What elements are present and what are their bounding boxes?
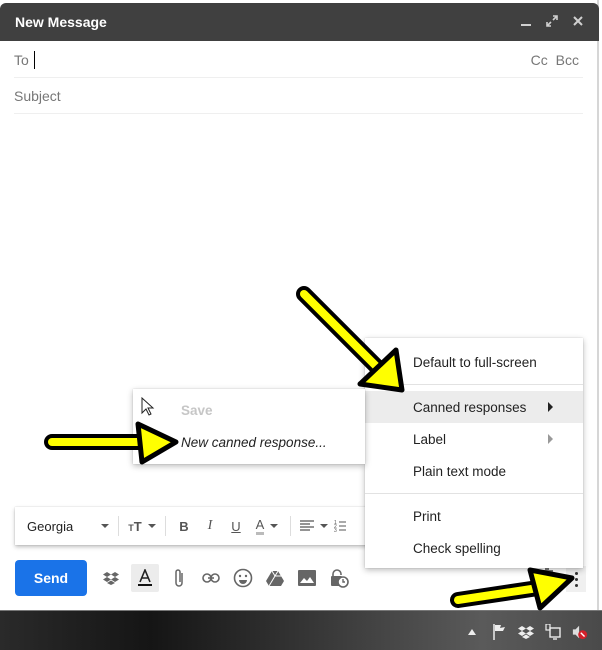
- menu-item-print[interactable]: Print: [365, 500, 583, 532]
- submenu-item-label: Save: [181, 402, 213, 418]
- volume-muted-icon[interactable]: [572, 624, 588, 640]
- bcc-link[interactable]: Bcc: [556, 52, 579, 68]
- to-field[interactable]: To Cc Bcc: [14, 42, 583, 78]
- menu-divider: [365, 493, 583, 494]
- font-select[interactable]: Georgia: [15, 514, 113, 538]
- align-icon: [300, 520, 314, 531]
- more-options-icon: [574, 571, 578, 575]
- more-options-button[interactable]: [566, 566, 586, 592]
- svg-text:3: 3: [334, 528, 337, 533]
- submenu-item-new-canned-response[interactable]: New canned response...: [133, 426, 365, 458]
- divider: [165, 516, 166, 536]
- text-color-button[interactable]: A: [249, 514, 285, 538]
- drive-icon[interactable]: [263, 566, 287, 590]
- more-options-menu: Default to full-screen Canned responses …: [365, 338, 583, 568]
- windows-taskbar: [0, 610, 602, 650]
- show-hidden-icons[interactable]: [464, 624, 480, 640]
- chevron-down-icon: [101, 524, 109, 528]
- dropbox-tray-icon[interactable]: [518, 624, 534, 640]
- formatting-toolbar: Georgia TT B I U A 123: [15, 507, 375, 545]
- menu-item-label: Canned responses: [413, 399, 527, 415]
- divider: [118, 516, 119, 536]
- menu-item-label: Check spelling: [413, 540, 501, 556]
- confidential-mode-icon[interactable]: [327, 566, 351, 590]
- submenu-item-label: New canned response...: [181, 434, 327, 450]
- divider: [290, 516, 291, 536]
- system-tray: [464, 624, 588, 640]
- menu-item-check-spelling[interactable]: Check spelling: [365, 532, 583, 564]
- menu-item-label-submenu[interactable]: Label: [365, 423, 583, 455]
- subject-field[interactable]: Subject: [14, 78, 583, 114]
- trash-icon[interactable]: [540, 568, 554, 582]
- menu-item-plain-text-mode[interactable]: Plain text mode: [365, 455, 583, 487]
- numbered-list-button[interactable]: 123: [332, 514, 348, 538]
- mouse-cursor-icon: [141, 397, 155, 416]
- font-name: Georgia: [27, 518, 74, 534]
- menu-item-default-full-screen[interactable]: Default to full-screen: [365, 346, 583, 378]
- submenu-arrow-icon: [548, 402, 553, 412]
- submenu-arrow-icon: [548, 434, 553, 444]
- menu-item-label: Label: [413, 431, 447, 447]
- menu-item-canned-responses[interactable]: Canned responses: [365, 391, 583, 423]
- italic-button[interactable]: I: [197, 514, 223, 538]
- emoji-icon[interactable]: [231, 566, 255, 590]
- formatting-options-icon[interactable]: [131, 564, 159, 592]
- text-size-icon: TT: [128, 518, 142, 534]
- numbered-list-icon: 123: [334, 520, 346, 533]
- menu-item-label: Print: [413, 508, 441, 524]
- menu-item-label: Plain text mode: [413, 463, 507, 479]
- canned-responses-submenu: Save New canned response...: [133, 389, 365, 464]
- link-icon[interactable]: [199, 566, 223, 590]
- dot: [574, 583, 578, 587]
- action-center-flag-icon[interactable]: [491, 624, 507, 640]
- cc-link[interactable]: Cc: [531, 52, 548, 68]
- dropbox-icon[interactable]: [99, 566, 123, 590]
- chevron-down-icon: [270, 524, 279, 528]
- bold-button[interactable]: B: [171, 514, 197, 538]
- photo-icon[interactable]: [295, 566, 319, 590]
- align-button[interactable]: [296, 514, 332, 538]
- compose-title: New Message: [15, 14, 107, 30]
- chevron-down-icon: [320, 524, 328, 528]
- close-icon[interactable]: [571, 13, 585, 29]
- underline-button[interactable]: U: [223, 514, 249, 538]
- minimize-icon[interactable]: [519, 13, 533, 29]
- menu-divider: [365, 384, 583, 385]
- expand-icon[interactable]: [545, 13, 559, 29]
- menu-item-label: Default to full-screen: [413, 354, 537, 370]
- subject-placeholder: Subject: [14, 87, 61, 104]
- bottom-toolbar: Send: [15, 560, 351, 596]
- network-icon[interactable]: [545, 624, 561, 640]
- send-button[interactable]: Send: [15, 560, 87, 596]
- chevron-down-icon: [147, 524, 156, 528]
- text-size-button[interactable]: TT: [124, 514, 160, 538]
- submenu-item-save: Save: [133, 394, 365, 426]
- text-caret: [33, 50, 35, 69]
- dot: [574, 577, 578, 581]
- compose-titlebar[interactable]: New Message: [0, 3, 599, 41]
- to-label: To: [14, 51, 29, 68]
- attach-icon[interactable]: [167, 566, 191, 590]
- text-color-icon: A: [255, 517, 265, 535]
